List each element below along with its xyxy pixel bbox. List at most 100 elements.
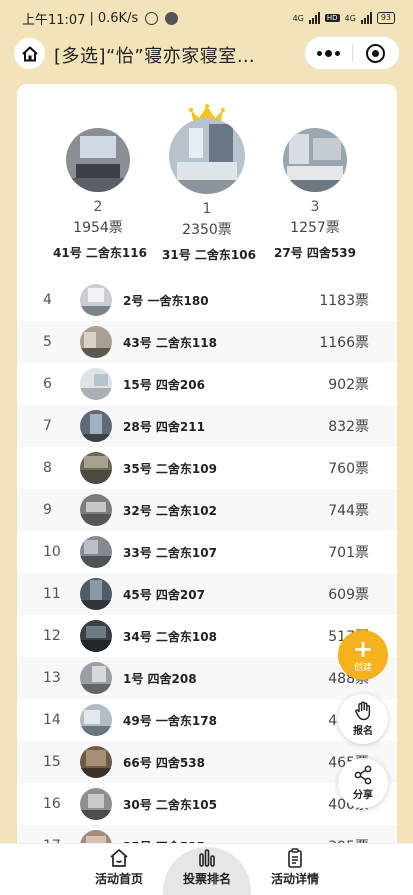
dorm-photo-avatar (80, 452, 112, 484)
row-rank: 9 (43, 502, 52, 518)
home-icon (21, 46, 38, 61)
nav-bar: [多选]“怡”寝亦家寝室寝… (0, 36, 413, 72)
bar-chart-icon (199, 849, 215, 867)
clipboard-icon (288, 848, 302, 868)
dorm-photo-avatar (80, 284, 112, 316)
podium-third[interactable]: 3 1257票 27号 四舍539 (270, 128, 360, 261)
row-votes: 1166票 (319, 335, 369, 351)
row-rank: 11 (43, 586, 61, 602)
row-rank: 6 (43, 376, 52, 392)
network-label-2: 4G (344, 13, 356, 23)
dorm-photo-avatar (80, 746, 112, 778)
dorm-photo-avatar (80, 788, 112, 820)
dorm-photo-avatar (66, 128, 130, 192)
row-rank: 14 (43, 712, 61, 728)
status-time: 上午11:07 (22, 12, 86, 28)
row-name: 1号 四舍208 (123, 671, 197, 686)
close-miniprogram-button[interactable] (352, 37, 399, 69)
row-name: 33号 二舍东107 (123, 545, 217, 560)
row-votes: 701票 (328, 545, 369, 561)
status-bar: 上午11:07 | 0.6K/s 4G HD 4G 93 (0, 0, 413, 36)
row-rank: 16 (43, 796, 61, 812)
signal-icon (308, 12, 320, 24)
ranking-row[interactable]: 4 2号 一舍东180 1183票 (17, 279, 397, 321)
tab-activity-home[interactable]: 活动首页 (74, 848, 164, 892)
share-button[interactable]: 分享 (338, 758, 388, 808)
app-notification-icon (165, 11, 179, 25)
row-rank: 15 (43, 754, 61, 770)
ranking-row[interactable]: 11 45号 四舍207 609票 (17, 573, 397, 615)
row-name: 30号 二舍东105 (123, 797, 217, 812)
status-speed: 0.6K/s (97, 10, 139, 26)
row-name: 35号 二舍东109 (123, 461, 217, 476)
more-options-button[interactable] (305, 37, 352, 69)
dorm-photo-avatar (80, 326, 112, 358)
row-name: 45号 四舍207 (123, 587, 205, 602)
create-button[interactable]: + 创建 (338, 630, 388, 680)
row-votes: 760票 (328, 461, 369, 477)
row-rank: 13 (43, 670, 61, 686)
dorm-photo-avatar (80, 704, 112, 736)
ranking-card: 2 1954票 41号 二舍东116 1 2350票 31号 二舍东106 3 … (17, 84, 397, 884)
tab-activity-details[interactable]: 活动详情 (250, 848, 340, 892)
row-votes: 1183票 (319, 293, 369, 309)
row-name: 2号 一舍东180 (123, 293, 209, 308)
signup-label: 报名 (353, 726, 373, 737)
podium-rank: 1 (202, 201, 212, 217)
hand-icon (355, 701, 371, 721)
home-outline-icon (110, 849, 128, 867)
row-rank: 12 (43, 628, 61, 644)
dorm-photo-avatar (80, 368, 112, 400)
podium-votes: 1257票 (290, 220, 340, 236)
row-name: 43号 二舍东118 (123, 335, 217, 350)
row-rank: 4 (43, 292, 52, 308)
row-rank: 8 (43, 460, 52, 476)
share-label: 分享 (353, 790, 373, 801)
dorm-photo-avatar (80, 578, 112, 610)
ranking-row[interactable]: 5 43号 二舍东118 1166票 (17, 321, 397, 363)
row-votes: 902票 (328, 377, 369, 393)
row-rank: 10 (43, 544, 61, 560)
network-label-1: 4G (292, 13, 304, 23)
row-votes: 832票 (328, 419, 369, 435)
dorm-photo-avatar (169, 118, 245, 194)
plus-icon: + (352, 634, 374, 663)
row-votes: 609票 (328, 587, 369, 603)
dorm-photo-avatar (80, 494, 112, 526)
signup-button[interactable]: 报名 (338, 694, 388, 744)
row-votes: 744票 (328, 503, 369, 519)
row-rank: 7 (43, 418, 52, 434)
ranking-row[interactable]: 7 28号 四舍211 832票 (17, 405, 397, 447)
podium-second[interactable]: 2 1954票 41号 二舍东116 (53, 128, 147, 261)
podium-name: 31号 二舍东106 (162, 248, 256, 262)
target-close-icon (366, 43, 386, 63)
row-name: 66号 四舍538 (123, 755, 205, 770)
tab-vote-ranking[interactable]: 投票排名 (162, 848, 252, 892)
ranking-row[interactable]: 8 35号 二舍东109 760票 (17, 447, 397, 489)
podium-name: 41号 二舍东116 (53, 246, 147, 260)
dorm-photo-avatar (80, 536, 112, 568)
page-title: [多选]“怡”寝亦家寝室寝… (54, 46, 269, 67)
tab-label: 活动首页 (94, 872, 143, 886)
ranking-row[interactable]: 9 32号 二舍东102 744票 (17, 489, 397, 531)
tab-label: 活动详情 (270, 872, 319, 886)
share-icon (354, 765, 372, 785)
row-name: 32号 二舍东102 (123, 503, 217, 518)
row-rank: 5 (43, 334, 52, 350)
alarm-icon (145, 11, 159, 25)
ranking-row[interactable]: 6 15号 四舍206 902票 (17, 363, 397, 405)
podium-votes: 1954票 (73, 220, 123, 236)
podium-rank: 3 (310, 199, 320, 215)
podium-votes: 2350票 (182, 222, 232, 238)
home-button[interactable] (14, 38, 45, 69)
row-name: 49号 一舍东178 (123, 713, 217, 728)
dorm-photo-avatar (80, 620, 112, 652)
signal-icon-2 (360, 12, 372, 24)
tab-label: 投票排名 (182, 872, 231, 886)
create-label: 创建 (353, 662, 372, 673)
row-name: 28号 四舍211 (123, 419, 205, 434)
ranking-row[interactable]: 10 33号 二舍东107 701票 (17, 531, 397, 573)
podium-rank: 2 (93, 199, 103, 215)
hd-badge: HD (324, 14, 340, 22)
podium-first[interactable]: 1 2350票 31号 二舍东106 (162, 118, 256, 263)
